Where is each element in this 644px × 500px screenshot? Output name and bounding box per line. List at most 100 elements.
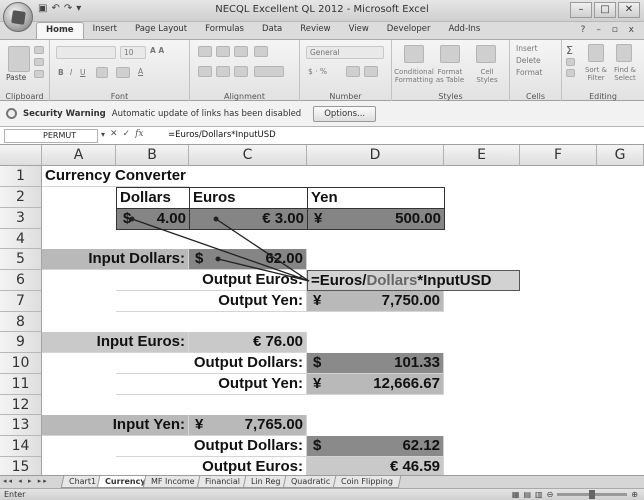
input-euros-cell[interactable]: € 76.00 (189, 332, 307, 353)
align-right-icon[interactable] (234, 66, 248, 77)
sheet-tab-financial[interactable]: Financial (196, 476, 249, 488)
sheet-title[interactable]: Currency Converter (42, 166, 189, 187)
column-header-d[interactable]: D (307, 145, 444, 166)
align-left-icon[interactable] (198, 66, 212, 77)
cut-icon[interactable] (34, 46, 44, 54)
sort-filter-icon[interactable] (588, 44, 604, 62)
align-bottom-icon[interactable] (234, 46, 248, 57)
row-header-13[interactable]: 13 (0, 415, 42, 436)
confirm-entry-icon[interactable]: ✓ (123, 129, 131, 139)
font-name-box[interactable] (56, 46, 116, 59)
row-header-15[interactable]: 15 (0, 457, 42, 475)
paste-label[interactable]: Paste (6, 73, 26, 82)
zoom-out-icon[interactable]: ⊖ (547, 490, 554, 499)
align-top-icon[interactable] (198, 46, 212, 57)
zoom-slider[interactable] (557, 490, 628, 499)
number-format-box[interactable]: General (306, 46, 384, 59)
format-cells-button[interactable]: Format (516, 68, 542, 77)
conditional-formatting-label[interactable]: Conditional Formatting (394, 68, 434, 84)
format-as-table-label[interactable]: Format as Table (434, 68, 466, 84)
ribbon-minimize-icon[interactable]: – (596, 25, 605, 35)
autosum-icon[interactable]: Σ (566, 44, 573, 57)
format-as-table-icon[interactable] (440, 45, 460, 63)
ribbon-close-icon[interactable]: x (629, 25, 638, 35)
decrease-decimal-icon[interactable] (364, 66, 378, 77)
cancel-entry-icon[interactable]: ✕ (110, 129, 118, 139)
page-layout-view-icon[interactable]: ▤ (523, 490, 531, 499)
row-header-9[interactable]: 9 (0, 332, 42, 353)
italic-icon[interactable]: I (70, 68, 72, 77)
header-euros[interactable]: Euros (189, 187, 308, 209)
underline-icon[interactable]: U (80, 68, 86, 77)
copy-icon[interactable] (34, 58, 44, 66)
increase-decimal-icon[interactable] (346, 66, 360, 77)
minimize-button[interactable]: – (570, 2, 592, 18)
rate-yen-cell[interactable]: ¥ 500.00 (307, 208, 445, 230)
input-dollars-cell[interactable]: $ 62.00 (189, 249, 307, 270)
row-header-10[interactable]: 10 (0, 353, 42, 374)
cell-styles-label[interactable]: Cell Styles (472, 68, 502, 84)
row-header-11[interactable]: 11 (0, 374, 42, 395)
sheet-tab-coin-flipping[interactable]: Coin Flipping (332, 476, 402, 488)
zoom-slider-knob[interactable] (589, 490, 596, 499)
help-icon[interactable]: ? (581, 25, 590, 35)
close-button[interactable]: ✕ (618, 2, 640, 18)
rate-dollar-cell[interactable]: $ 4.00 (116, 208, 190, 230)
grow-font-icon[interactable]: A A (150, 46, 164, 55)
clear-icon[interactable] (566, 69, 575, 77)
bold-icon[interactable]: B (58, 68, 64, 77)
input-yen-cell[interactable]: ¥ 7,765.00 (189, 415, 307, 436)
tab-formulas[interactable]: Formulas (196, 22, 253, 39)
output-euros2-cell[interactable]: € 46.59 (307, 457, 444, 475)
align-center-icon[interactable] (216, 66, 230, 77)
tab-developer[interactable]: Developer (378, 22, 440, 39)
row-header-8[interactable]: 8 (0, 312, 42, 332)
row-header-5[interactable]: 5 (0, 249, 42, 270)
sheet-tab-quadratic[interactable]: Quadratic (282, 476, 339, 488)
maximize-button[interactable]: □ (594, 2, 616, 18)
tab-page-layout[interactable]: Page Layout (126, 22, 196, 39)
row-header-6[interactable]: 6 (0, 270, 42, 291)
name-box-dropdown-icon[interactable]: ▾ (101, 130, 105, 139)
paste-icon[interactable] (8, 46, 30, 72)
row-header-2[interactable]: 2 (0, 187, 42, 208)
column-header-c[interactable]: C (189, 145, 307, 166)
insert-cells-button[interactable]: Insert (516, 44, 538, 53)
tab-add-ins[interactable]: Add-Ins (439, 22, 489, 39)
column-header-g[interactable]: G (597, 145, 644, 166)
row-header-7[interactable]: 7 (0, 291, 42, 312)
formula-input[interactable]: =Euros/Dollars*InputUSD (168, 130, 276, 140)
font-size-box[interactable]: 10 (120, 46, 146, 59)
column-header-a[interactable]: A (42, 145, 116, 166)
row-header-12[interactable]: 12 (0, 395, 42, 415)
output-euros-formula-cell[interactable]: =Euros/Dollars*InputUSD (307, 270, 520, 291)
normal-view-icon[interactable]: ▦ (512, 490, 520, 499)
fill-color-icon[interactable] (116, 67, 130, 78)
currency-format-icon[interactable]: $ · % (308, 67, 327, 76)
row-header-3[interactable]: 3 (0, 208, 42, 229)
output-dollars2-cell[interactable]: $ 62.12 (307, 436, 444, 457)
name-box[interactable]: PERMUT (4, 129, 98, 143)
column-header-f[interactable]: F (520, 145, 597, 166)
tab-review[interactable]: Review (291, 22, 339, 39)
sheet-tab-lin-reg[interactable]: Lin Reg (242, 476, 289, 488)
output-yen-cell[interactable]: ¥ 7,750.00 (307, 291, 444, 312)
output-dollars-cell[interactable]: $ 101.33 (307, 353, 444, 374)
tab-home[interactable]: Home (36, 22, 84, 39)
merge-center-icon[interactable] (254, 66, 284, 77)
rate-euro-cell[interactable]: € 3.00 (189, 208, 308, 230)
header-yen[interactable]: Yen (307, 187, 445, 209)
wrap-text-icon[interactable] (254, 46, 268, 57)
font-color-icon[interactable]: A (138, 67, 143, 76)
sort-filter-label[interactable]: Sort & Filter (582, 66, 610, 82)
row-header-4[interactable]: 4 (0, 229, 42, 249)
row-header-14[interactable]: 14 (0, 436, 42, 457)
tab-view[interactable]: View (340, 22, 378, 39)
conditional-formatting-icon[interactable] (404, 45, 424, 63)
column-header-b[interactable]: B (116, 145, 189, 166)
worksheet-grid[interactable]: A B C D E F G 1 2 3 4 5 6 7 8 9 10 11 12… (0, 145, 644, 475)
office-button[interactable] (3, 2, 33, 32)
cell-styles-icon[interactable] (476, 45, 496, 63)
tab-insert[interactable]: Insert (84, 22, 126, 39)
ribbon-restore-icon[interactable]: ▫ (612, 25, 622, 35)
